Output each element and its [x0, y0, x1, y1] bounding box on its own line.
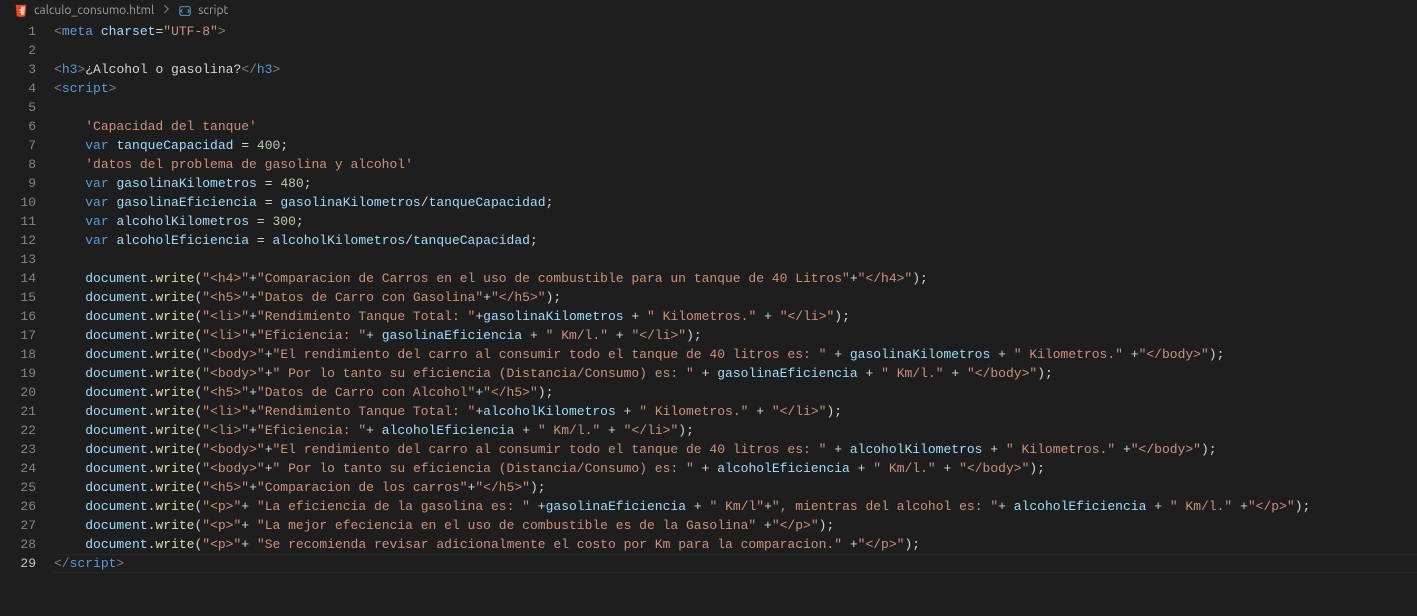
code-line[interactable]: document.write("<p>"+ "La mejor efecienc… — [54, 516, 1417, 535]
line-number[interactable]: 9 — [0, 174, 36, 193]
breadcrumb[interactable]: 5 calculo_consumo.html script — [0, 0, 1417, 22]
line-number[interactable]: 16 — [0, 307, 36, 326]
line-number[interactable]: 1 — [0, 22, 36, 41]
code-editor[interactable]: 1234567891011121314151617181920212223242… — [0, 22, 1417, 616]
code-line[interactable] — [54, 41, 1417, 60]
code-line[interactable]: document.write("<h5>"+"Datos de Carro co… — [54, 383, 1417, 402]
line-number[interactable]: 14 — [0, 269, 36, 288]
line-number[interactable]: 19 — [0, 364, 36, 383]
code-line[interactable] — [54, 98, 1417, 117]
line-number-gutter[interactable]: 1234567891011121314151617181920212223242… — [0, 22, 54, 616]
code-line[interactable]: <meta charset="UTF-8"> — [54, 22, 1417, 41]
line-number[interactable]: 27 — [0, 516, 36, 535]
code-line[interactable]: </script> — [54, 554, 1417, 573]
line-number[interactable]: 6 — [0, 117, 36, 136]
code-line[interactable]: document.write("<li>"+"Eficiencia: "+ al… — [54, 421, 1417, 440]
line-number[interactable]: 12 — [0, 231, 36, 250]
line-number[interactable]: 15 — [0, 288, 36, 307]
line-number[interactable]: 4 — [0, 79, 36, 98]
line-number[interactable]: 23 — [0, 440, 36, 459]
line-number[interactable]: 13 — [0, 250, 36, 269]
line-number[interactable]: 24 — [0, 459, 36, 478]
line-number[interactable]: 20 — [0, 383, 36, 402]
code-line[interactable]: document.write("<h5>"+"Datos de Carro co… — [54, 288, 1417, 307]
chevron-right-icon — [160, 3, 172, 18]
line-number[interactable]: 5 — [0, 98, 36, 117]
line-number[interactable]: 26 — [0, 497, 36, 516]
line-number[interactable]: 8 — [0, 155, 36, 174]
line-number[interactable]: 18 — [0, 345, 36, 364]
html-file-icon: 5 — [14, 4, 28, 18]
line-number[interactable]: 21 — [0, 402, 36, 421]
line-number[interactable]: 17 — [0, 326, 36, 345]
svg-text:5: 5 — [20, 8, 23, 14]
code-line[interactable]: document.write("<p>"+ "La eficiencia de … — [54, 497, 1417, 516]
code-line[interactable]: document.write("<h4>"+"Comparacion de Ca… — [54, 269, 1417, 288]
code-line[interactable]: document.write("<li>"+"Rendimiento Tanqu… — [54, 402, 1417, 421]
code-line[interactable]: document.write("<body>"+"El rendimiento … — [54, 440, 1417, 459]
line-number[interactable]: 22 — [0, 421, 36, 440]
code-line[interactable]: var tanqueCapacidad = 400; — [54, 136, 1417, 155]
code-line[interactable]: 'datos del problema de gasolina y alcoho… — [54, 155, 1417, 174]
code-line[interactable]: document.write("<li>"+"Rendimiento Tanqu… — [54, 307, 1417, 326]
line-number[interactable]: 2 — [0, 41, 36, 60]
code-line[interactable]: var gasolinaEficiencia = gasolinaKilomet… — [54, 193, 1417, 212]
code-line[interactable] — [54, 250, 1417, 269]
code-line[interactable]: var alcoholEficiencia = alcoholKilometro… — [54, 231, 1417, 250]
line-number[interactable]: 11 — [0, 212, 36, 231]
code-line[interactable]: document.write("<h5>"+"Comparacion de lo… — [54, 478, 1417, 497]
breadcrumb-symbol[interactable]: script — [198, 4, 228, 17]
line-number[interactable]: 7 — [0, 136, 36, 155]
line-number[interactable]: 10 — [0, 193, 36, 212]
code-line[interactable]: 'Capacidad del tanque' — [54, 117, 1417, 136]
code-line[interactable]: <script> — [54, 79, 1417, 98]
code-line[interactable]: <h3>¿Alcohol o gasolina?</h3> — [54, 60, 1417, 79]
code-line[interactable]: var alcoholKilometros = 300; — [54, 212, 1417, 231]
code-line[interactable]: document.write("<body>"+" Por lo tanto s… — [54, 364, 1417, 383]
code-line[interactable]: document.write("<p>"+ "Se recomienda rev… — [54, 535, 1417, 554]
code-line[interactable]: document.write("<body>"+" Por lo tanto s… — [54, 459, 1417, 478]
code-line[interactable]: var gasolinaKilometros = 480; — [54, 174, 1417, 193]
code-area[interactable]: <meta charset="UTF-8"> <h3>¿Alcohol o gas… — [54, 22, 1417, 616]
line-number[interactable]: 29 — [0, 554, 36, 573]
line-number[interactable]: 28 — [0, 535, 36, 554]
script-symbol-icon — [178, 4, 192, 18]
breadcrumb-file[interactable]: calculo_consumo.html — [34, 4, 154, 17]
code-line[interactable]: document.write("<li>"+"Eficiencia: "+ ga… — [54, 326, 1417, 345]
line-number[interactable]: 3 — [0, 60, 36, 79]
code-line[interactable]: document.write("<body>"+"El rendimiento … — [54, 345, 1417, 364]
line-number[interactable]: 25 — [0, 478, 36, 497]
